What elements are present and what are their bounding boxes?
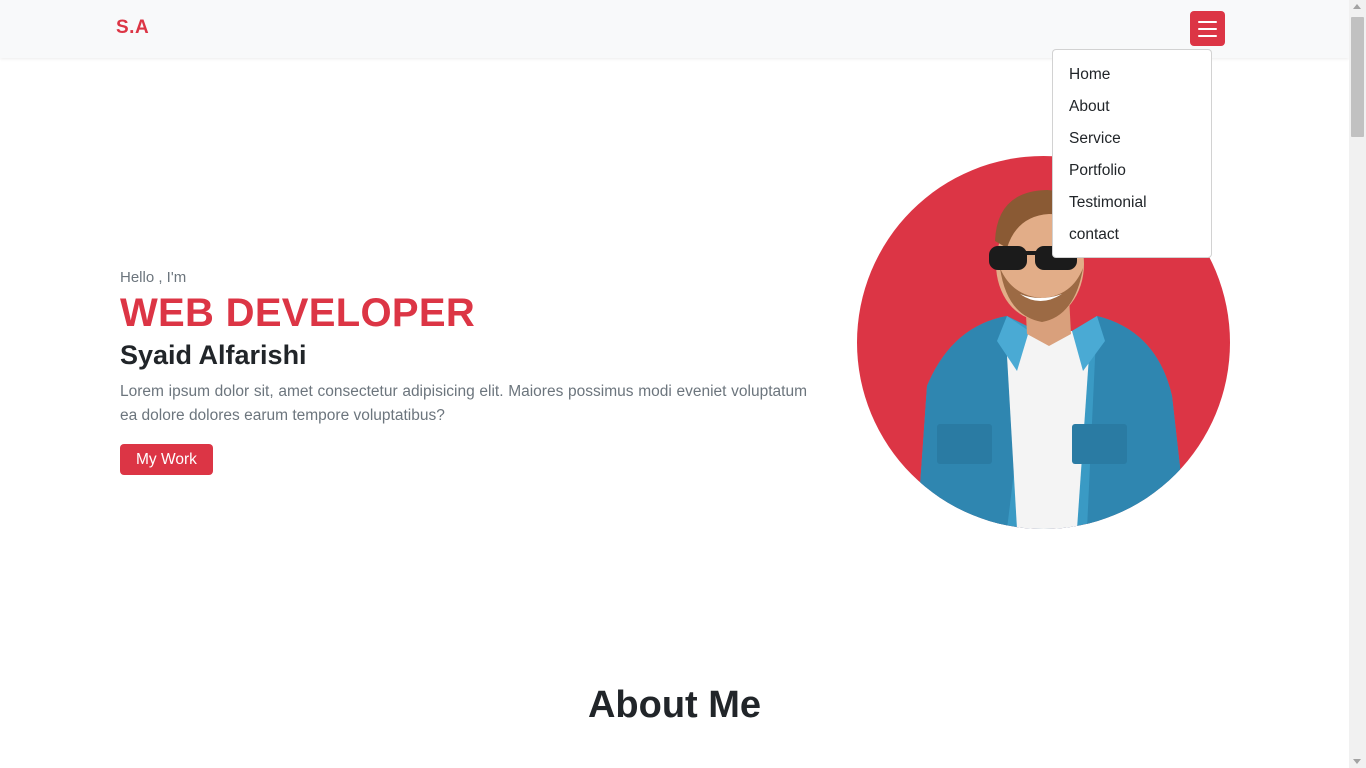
brand-logo[interactable]: S.A: [116, 17, 149, 39]
menu-item-testimonial[interactable]: Testimonial: [1053, 187, 1211, 219]
hero-greeting: Hello , I'm: [120, 269, 187, 286]
menu-item-portfolio[interactable]: Portfolio: [1053, 155, 1211, 187]
scroll-down-arrow-icon[interactable]: [1353, 759, 1361, 764]
navbar-toggler-button[interactable]: [1190, 11, 1225, 46]
hero-description: Lorem ipsum dolor sit, amet consectetur …: [120, 383, 807, 424]
about-title: About Me: [587, 684, 762, 726]
page-scrollbar[interactable]: [1349, 0, 1366, 768]
hamburger-icon: [1198, 20, 1217, 23]
scrollbar-thumb[interactable]: [1351, 17, 1364, 137]
scroll-up-arrow-icon[interactable]: [1353, 4, 1361, 9]
menu-item-contact[interactable]: contact: [1053, 219, 1211, 251]
hero-name: Syaid Alfarishi: [120, 340, 307, 370]
menu-item-home[interactable]: Home: [1053, 59, 1211, 91]
hero-role: WEB DEVELOPER: [120, 291, 476, 335]
nav-dropdown-menu: Home About Service Portfolio Testimonial…: [1052, 49, 1212, 258]
menu-item-service[interactable]: Service: [1053, 123, 1211, 155]
menu-item-about[interactable]: About: [1053, 91, 1211, 123]
hero-section: Hello , I'm WEB DEVELOPER Syaid Alfarish…: [120, 268, 807, 475]
my-work-button[interactable]: My Work: [120, 444, 213, 475]
